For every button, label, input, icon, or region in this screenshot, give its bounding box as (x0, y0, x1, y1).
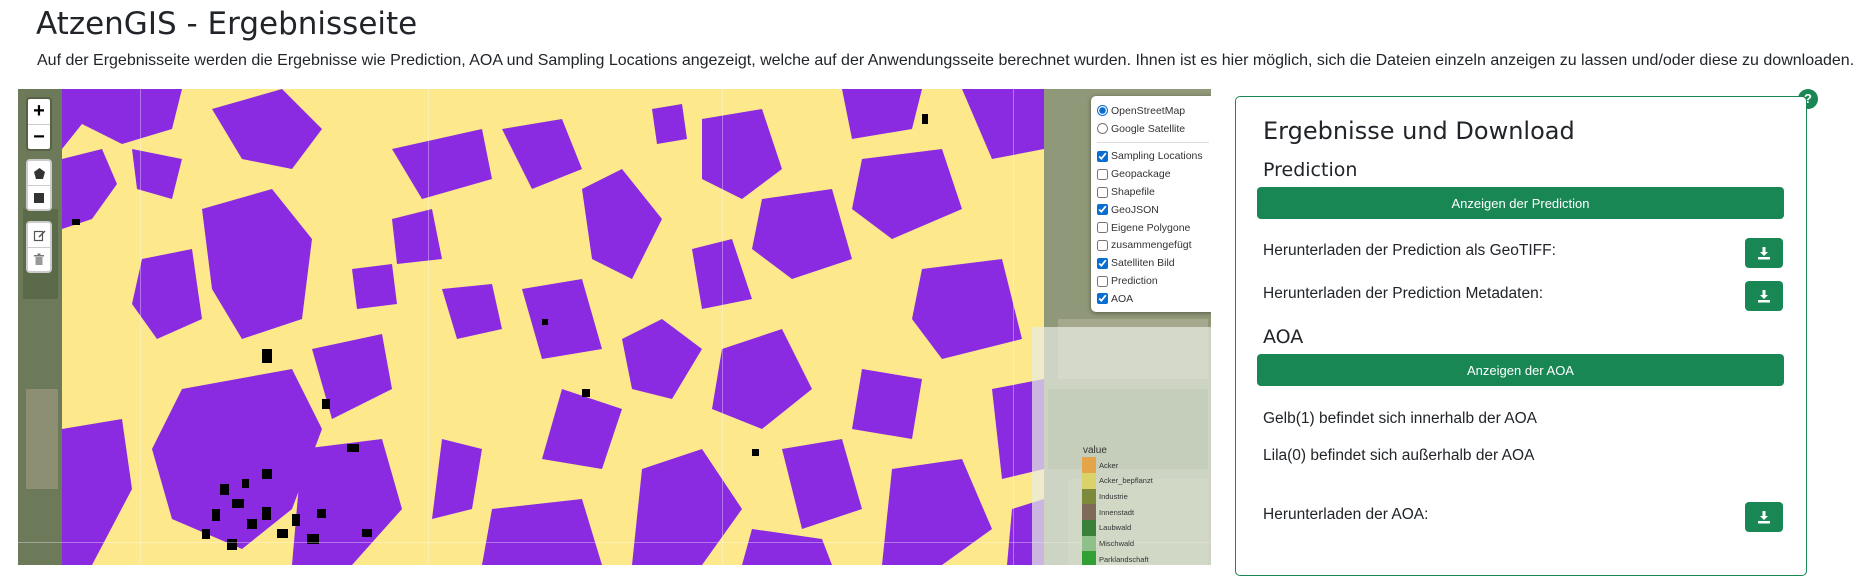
legend-swatch (1082, 535, 1096, 552)
overlay-geopackage[interactable]: Geopackage (1097, 165, 1209, 183)
overlay-checkbox[interactable] (1097, 293, 1108, 305)
zoom-out-button[interactable]: − (28, 124, 50, 149)
legend-label: Innenstadt (1099, 507, 1135, 517)
download-prediction-metadata-label: Herunterladen der Prediction Metadaten: (1263, 285, 1544, 302)
legend-entry: Industrie (1082, 488, 1128, 505)
zoom-in-button[interactable]: + (28, 99, 50, 124)
prediction-section-title: Prediction (1263, 159, 1358, 181)
download-prediction-geotiff-button[interactable] (1745, 238, 1783, 268)
legend-entry: Parklandschaft (1082, 551, 1149, 565)
legend-label: Industrie (1099, 491, 1128, 501)
overlay-checkbox[interactable] (1097, 257, 1108, 269)
results-panel: Ergebnisse und Download Prediction Anzei… (1235, 96, 1807, 576)
edit-toolbar (26, 221, 52, 273)
overlay-aoa[interactable]: AOA (1097, 290, 1209, 308)
aoa-outside-text: Lila(0) befindet sich außerhalb der AOA (1263, 447, 1535, 464)
base-layer-label: OpenStreetMap (1111, 104, 1186, 117)
overlay-label: Satelliten Bild (1111, 257, 1175, 270)
legend-entry: Acker_bepflanzt (1082, 472, 1153, 489)
overlay-label: Prediction (1111, 275, 1158, 288)
overlay-sampling-locations[interactable]: Sampling Locations (1097, 148, 1209, 166)
overlay-checkbox[interactable] (1097, 186, 1108, 198)
legend-label: Acker (1099, 460, 1119, 470)
layer-control: OpenStreetMap Google Satellite Sampling L… (1091, 96, 1211, 312)
download-aoa-button[interactable] (1745, 502, 1783, 532)
overlay-checkbox[interactable] (1097, 168, 1108, 180)
overlay-shapefile[interactable]: Shapefile (1097, 183, 1209, 201)
show-prediction-button[interactable]: Anzeigen der Prediction (1257, 187, 1784, 219)
legend-swatch (1082, 472, 1096, 489)
layer-separator (1097, 141, 1209, 143)
zoom-control: + − (26, 97, 52, 151)
legend-label: Parklandschaft (1099, 554, 1149, 564)
download-icon (1758, 511, 1770, 524)
legend-entry: Innenstadt (1082, 504, 1134, 520)
legend-entry: Mischwald (1082, 535, 1135, 552)
legend-label: Acker_bepflanzt (1099, 476, 1153, 486)
map[interactable]: + − OpenStreetMap Google Satellite Sampli… (18, 89, 1211, 565)
legend-title: value (1083, 445, 1107, 456)
aoa-raster (62, 89, 1044, 565)
legend-label: Laubwald (1099, 523, 1132, 533)
overlay-checkbox[interactable] (1097, 222, 1108, 234)
aoa-section-title: AOA (1263, 326, 1304, 348)
overlay-label: zusammengefügt (1111, 239, 1192, 252)
base-layer-radio[interactable] (1097, 105, 1108, 117)
base-layer-google-satellite[interactable]: Google Satellite (1097, 120, 1209, 138)
edit-layers-icon[interactable] (28, 223, 50, 247)
trash-icon[interactable] (28, 247, 50, 271)
overlay-label: Shapefile (1111, 186, 1155, 199)
base-layer-openstreetmap[interactable]: OpenStreetMap (1097, 102, 1209, 120)
page-title: AtzenGIS - Ergebnisseite (36, 6, 418, 42)
download-icon (1758, 290, 1770, 303)
grid-line (722, 89, 723, 565)
legend-entry: Laubwald (1082, 519, 1132, 536)
show-aoa-button[interactable]: Anzeigen der AOA (1257, 354, 1784, 386)
aoa-inside-text: Gelb(1) befindet sich innerhalb der AOA (1263, 410, 1537, 427)
overlay-label: GeoJSON (1111, 203, 1159, 216)
legend-swatch (1082, 457, 1096, 473)
overlay-eigene-polygone[interactable]: Eigene Polygone (1097, 219, 1209, 237)
legend-entry: Acker (1082, 457, 1118, 473)
overlay-satelliten-bild[interactable]: Satelliten Bild (1097, 254, 1209, 272)
grid-line (428, 89, 429, 565)
overlay-checkbox[interactable] (1097, 150, 1108, 162)
overlay-label: Geopackage (1111, 168, 1171, 181)
overlay-label: Sampling Locations (1111, 150, 1203, 163)
grid-line (140, 89, 141, 565)
legend-swatch (1082, 488, 1096, 505)
download-icon (1758, 247, 1770, 260)
overlay-checkbox[interactable] (1097, 275, 1108, 287)
overlay-label: AOA (1111, 292, 1134, 305)
grid-line (1013, 89, 1014, 565)
legend-swatch (1082, 504, 1096, 520)
base-layer-label: Google Satellite (1111, 122, 1186, 135)
legend-label: Mischwald (1099, 539, 1135, 548)
draw-rectangle-icon[interactable] (28, 185, 50, 209)
page-intro: Auf der Ergebnisseite werden die Ergebni… (37, 52, 1855, 69)
base-layer-radio[interactable] (1097, 123, 1108, 135)
overlay-label: Eigene Polygone (1111, 221, 1191, 234)
legend-swatch (1082, 519, 1096, 536)
draw-toolbar (26, 159, 52, 211)
overlay-prediction[interactable]: Prediction (1097, 272, 1209, 290)
legend-swatch (1082, 551, 1096, 565)
download-prediction-geotiff-label: Herunterladen der Prediction als GeoTIFF… (1263, 242, 1556, 259)
legend: value Acker Acker_bepflanzt Industrie Innen… (1032, 327, 1211, 565)
overlay-checkbox[interactable] (1097, 239, 1108, 251)
download-prediction-metadata-button[interactable] (1745, 281, 1783, 311)
panel-title: Ergebnisse und Download (1263, 117, 1575, 145)
overlay-geojson[interactable]: GeoJSON (1097, 201, 1209, 219)
overlay-checkbox[interactable] (1097, 204, 1108, 216)
draw-polygon-icon[interactable] (28, 161, 50, 185)
overlay-zusammengef-gt[interactable]: zusammengefügt (1097, 237, 1209, 255)
download-aoa-label: Herunterladen der AOA: (1263, 506, 1429, 523)
